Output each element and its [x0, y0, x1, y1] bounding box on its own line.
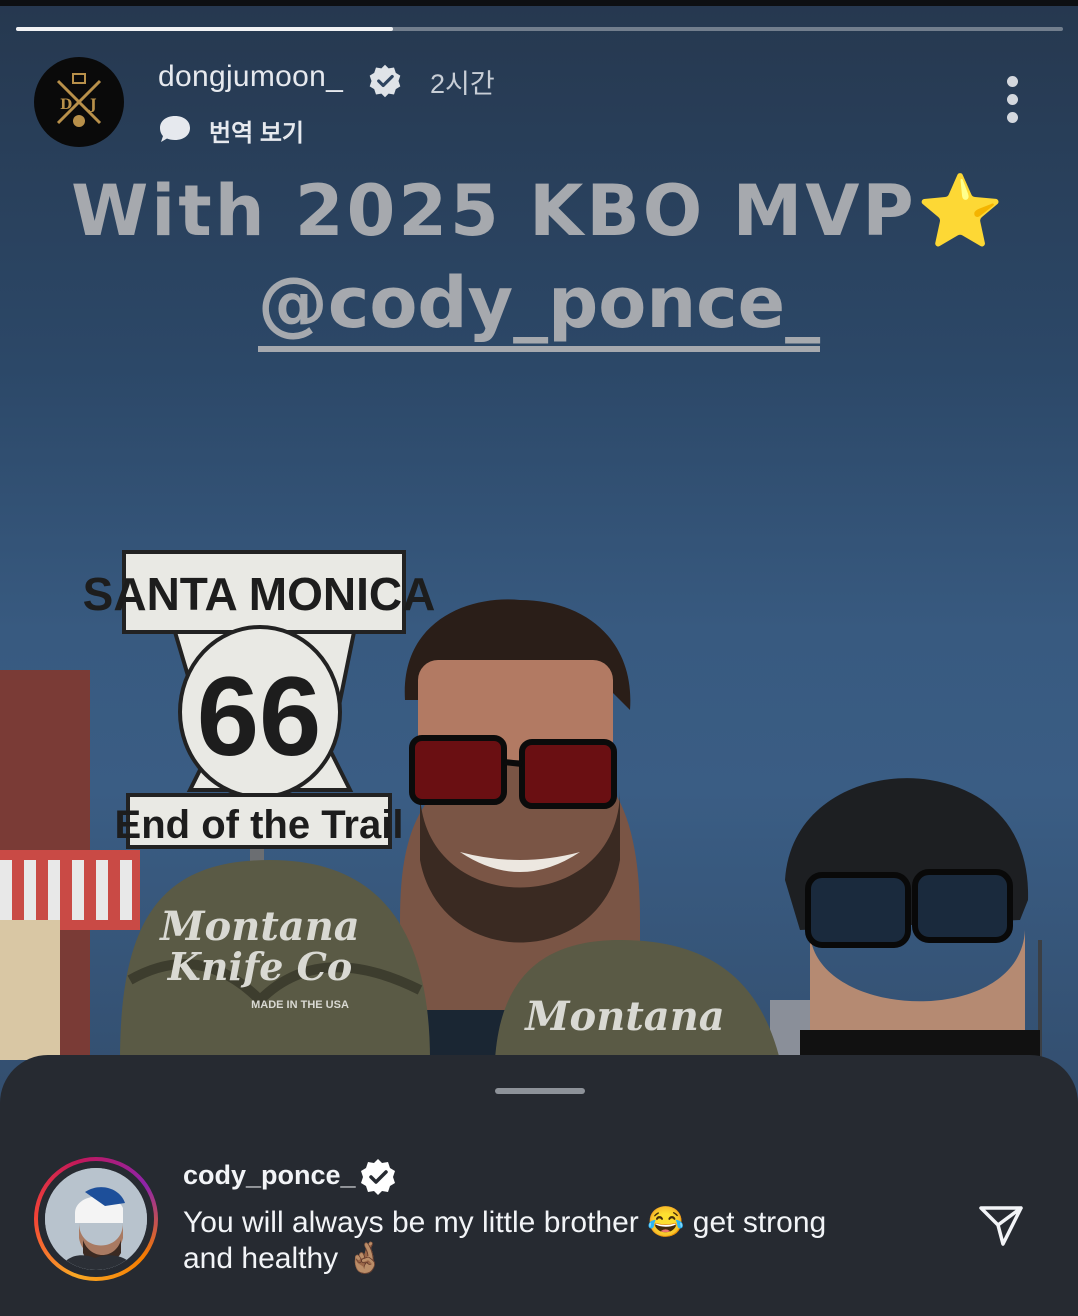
- verified-badge-icon: [369, 64, 401, 98]
- story-progress-fill: [16, 27, 393, 31]
- more-options-button[interactable]: [997, 74, 1029, 126]
- hat-text-1: Montana: [158, 903, 359, 950]
- reply-message: You will always be my little brother 😂 g…: [183, 1205, 943, 1277]
- story-viewer: D J dongjumoon_ 2시간 번역 보기 With 2025 KBO …: [0, 0, 1078, 1316]
- mention-link[interactable]: @cody_ponce_: [257, 262, 821, 352]
- translate-link[interactable]: 번역 보기: [209, 113, 304, 148]
- more-vertical-icon: [1007, 76, 1018, 87]
- story-progress-bar: [16, 27, 1063, 31]
- person-avatar-icon: [45, 1168, 147, 1270]
- author-username[interactable]: dongjumoon_: [158, 60, 343, 94]
- more-dot: [1007, 94, 1018, 105]
- reply-line-1: You will always be my little brother 😂 g…: [183, 1206, 827, 1239]
- author-avatar[interactable]: D J: [34, 57, 124, 147]
- caption-text: With 2025 KBO MVP: [71, 170, 917, 252]
- verified-badge-icon: [361, 1159, 395, 1195]
- speech-bubble-icon[interactable]: [158, 114, 192, 144]
- svg-text:D: D: [60, 97, 72, 113]
- hat-text-2: Knife Co: [167, 944, 352, 989]
- drag-handle[interactable]: [495, 1088, 585, 1094]
- post-time: 2시간: [430, 69, 495, 99]
- more-dot: [1007, 112, 1018, 123]
- reply-username[interactable]: cody_ponce_: [183, 1160, 356, 1191]
- story-photo: SANTA MONICA 66 End of the Trail Montana…: [0, 550, 1042, 1060]
- story-caption-line1: With 2025 KBO MVP⭐: [0, 170, 1078, 253]
- star-emoji: ⭐: [916, 170, 1007, 252]
- reply-line-2: and healthy 🤞🏽: [183, 1242, 384, 1275]
- reply-avatar-photo: [45, 1168, 147, 1270]
- story-caption-mention[interactable]: @cody_ponce_: [0, 262, 1078, 352]
- hat-made-text: MADE IN THE USA: [251, 999, 349, 1011]
- sign-bottom-text: End of the Trail: [115, 803, 404, 847]
- top-edge: [0, 0, 1078, 6]
- sign-top-text: SANTA MONICA: [83, 568, 436, 620]
- sign-number-text: 66: [197, 654, 322, 779]
- paper-plane-icon[interactable]: [978, 1202, 1024, 1248]
- reply-avatar[interactable]: [34, 1157, 158, 1281]
- hat2-text: Montana: [523, 993, 724, 1040]
- svg-text:J: J: [88, 97, 97, 113]
- dj-logo-icon: D J: [35, 58, 123, 146]
